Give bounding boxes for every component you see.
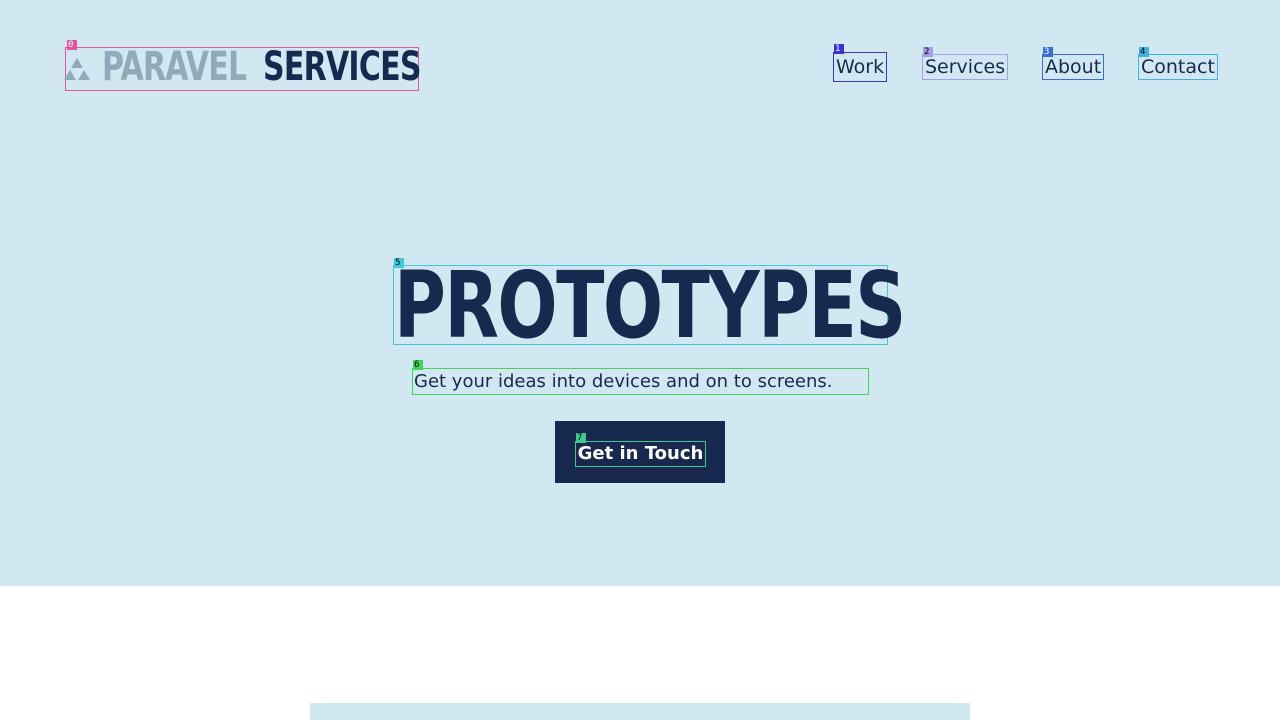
marker-2: 2	[923, 47, 933, 57]
nav-services[interactable]: Services	[921, 54, 1009, 80]
get-in-touch-button[interactable]: Get in Touch	[555, 421, 725, 483]
marker-0: 0	[67, 40, 77, 50]
nav-work[interactable]: Work	[832, 52, 888, 82]
get-in-touch-label: Get in Touch	[575, 441, 706, 467]
logo-word-paravel: PARAVEL	[102, 44, 247, 90]
hero-headline: PROTOTYPES	[393, 256, 906, 356]
triangles-icon	[64, 58, 90, 80]
content-block	[310, 703, 970, 720]
marker-7: 7	[576, 433, 586, 443]
marker-6: 6	[413, 360, 423, 370]
marker-3: 3	[1043, 47, 1053, 57]
hero-subheadline: Get your ideas into devices and on to sc…	[412, 368, 869, 395]
page: PARAVEL SERVICES Work Services About Con…	[0, 0, 1280, 720]
logo-word-services: SERVICES	[263, 44, 421, 90]
marker-1: 1	[834, 44, 844, 54]
hero-subheadline-text: Get your ideas into devices and on to sc…	[414, 371, 833, 392]
nav-contact[interactable]: Contact	[1138, 54, 1218, 80]
hero-headline-text: PROTOTYPES	[394, 252, 906, 359]
logo-link[interactable]: PARAVEL SERVICES	[64, 44, 421, 91]
marker-4: 4	[1139, 47, 1149, 57]
nav-about[interactable]: About	[1041, 54, 1105, 80]
marker-5: 5	[394, 258, 404, 268]
